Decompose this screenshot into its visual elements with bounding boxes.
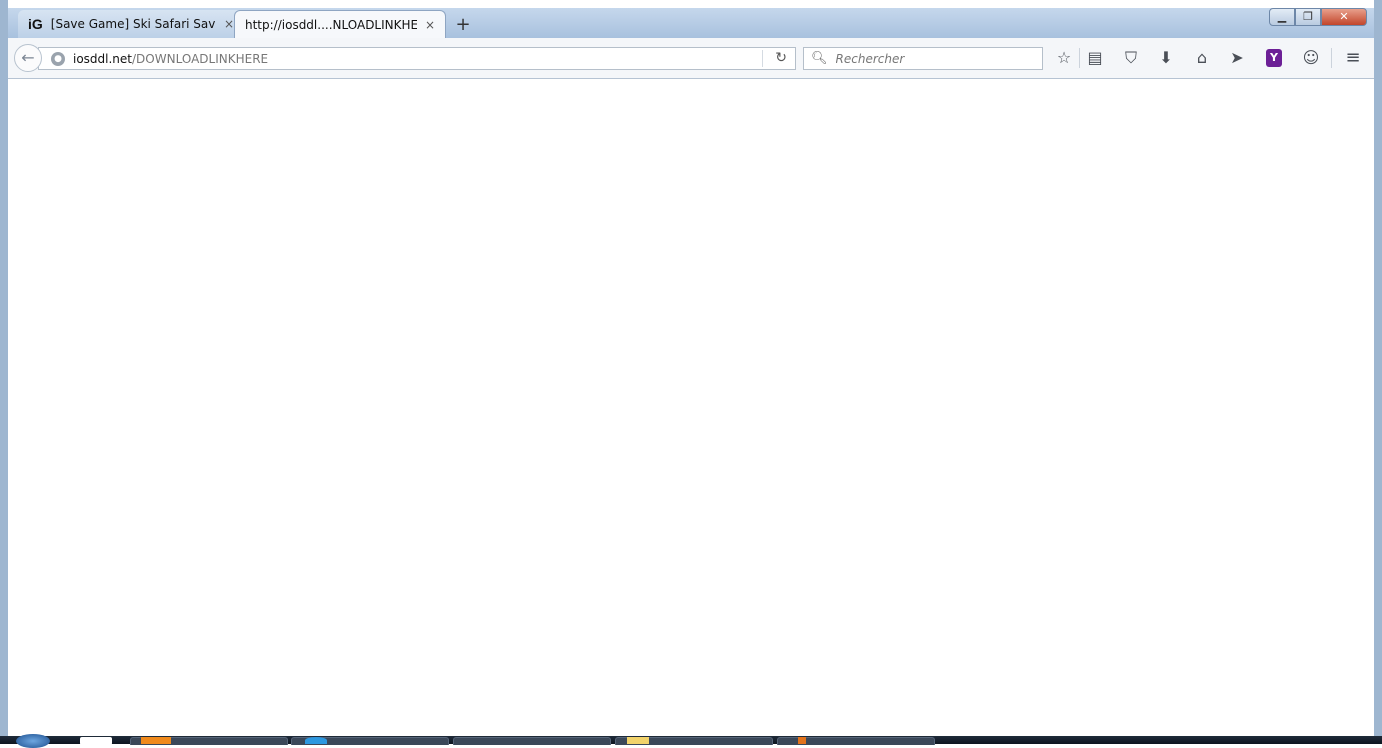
url-divider bbox=[762, 50, 763, 67]
url-host: iosddl.net bbox=[73, 51, 133, 66]
site-identity-icon[interactable]: ● bbox=[51, 51, 65, 66]
chat-icon[interactable]: ☺ bbox=[1300, 48, 1322, 68]
home-icon[interactable]: ⌂ bbox=[1191, 48, 1213, 68]
ig-favicon-icon: iG bbox=[28, 16, 43, 32]
navigation-toolbar: ● iosddl.net /DOWNLOADLINKHERE ↻ ← 🔍︎ ☆ … bbox=[8, 38, 1374, 79]
reload-icon[interactable]: ↻ bbox=[775, 50, 787, 66]
tab-strip: iG [Save Game] Ski Safari Save... × http… bbox=[8, 8, 1374, 38]
tab-close-icon[interactable]: × bbox=[425, 18, 435, 32]
taskbar bbox=[0, 734, 1382, 748]
toolbar-divider bbox=[1079, 48, 1080, 68]
taskbar-app-icon bbox=[305, 737, 327, 744]
pocket-icon[interactable]: ⛉ bbox=[1120, 48, 1142, 68]
url-path: /DOWNLOADLINKHERE bbox=[132, 51, 269, 66]
minimize-button[interactable]: ▁ bbox=[1269, 8, 1295, 26]
tab-download-link[interactable]: http://iosddl....NLOADLINKHERE × bbox=[234, 10, 446, 38]
maximize-button[interactable]: ❐ bbox=[1295, 8, 1321, 26]
bookmark-star-icon[interactable]: ☆ bbox=[1053, 48, 1075, 68]
search-icon: 🔍︎ bbox=[811, 51, 828, 66]
shortcut-extension-icon[interactable]: Y bbox=[1266, 49, 1282, 67]
tab-label: [Save Game] Ski Safari Save... bbox=[50, 17, 216, 31]
tab-label: http://iosddl....NLOADLINKHERE bbox=[245, 17, 417, 32]
menu-icon[interactable]: ≡ bbox=[1342, 48, 1364, 68]
window-frame-left bbox=[0, 0, 8, 736]
toolbar-divider bbox=[1331, 48, 1332, 68]
tab-save-game[interactable]: iG [Save Game] Ski Safari Save... × bbox=[18, 10, 244, 38]
reading-list-icon[interactable]: ▤ bbox=[1084, 48, 1106, 68]
start-button[interactable] bbox=[16, 734, 50, 748]
downloads-icon[interactable]: ⬇ bbox=[1155, 48, 1177, 68]
taskbar-app-icon bbox=[627, 737, 649, 744]
back-button[interactable]: ← bbox=[14, 44, 42, 72]
taskbar-app-icon bbox=[798, 737, 806, 744]
search-bar[interactable]: 🔍︎ bbox=[803, 47, 1043, 70]
taskbar-app-icon bbox=[141, 737, 171, 744]
new-tab-button[interactable]: + bbox=[452, 14, 474, 35]
search-input[interactable] bbox=[833, 50, 1038, 67]
close-window-button[interactable]: ✕ bbox=[1321, 8, 1367, 26]
send-icon[interactable]: ➤ bbox=[1226, 48, 1248, 68]
window-frame-right bbox=[1374, 0, 1382, 736]
page-content bbox=[8, 79, 1374, 736]
tab-close-icon[interactable]: × bbox=[224, 17, 234, 31]
window-controls: ▁ ❐ ✕ bbox=[1269, 8, 1367, 28]
address-bar[interactable]: ● iosddl.net /DOWNLOADLINKHERE ↻ bbox=[38, 47, 796, 70]
